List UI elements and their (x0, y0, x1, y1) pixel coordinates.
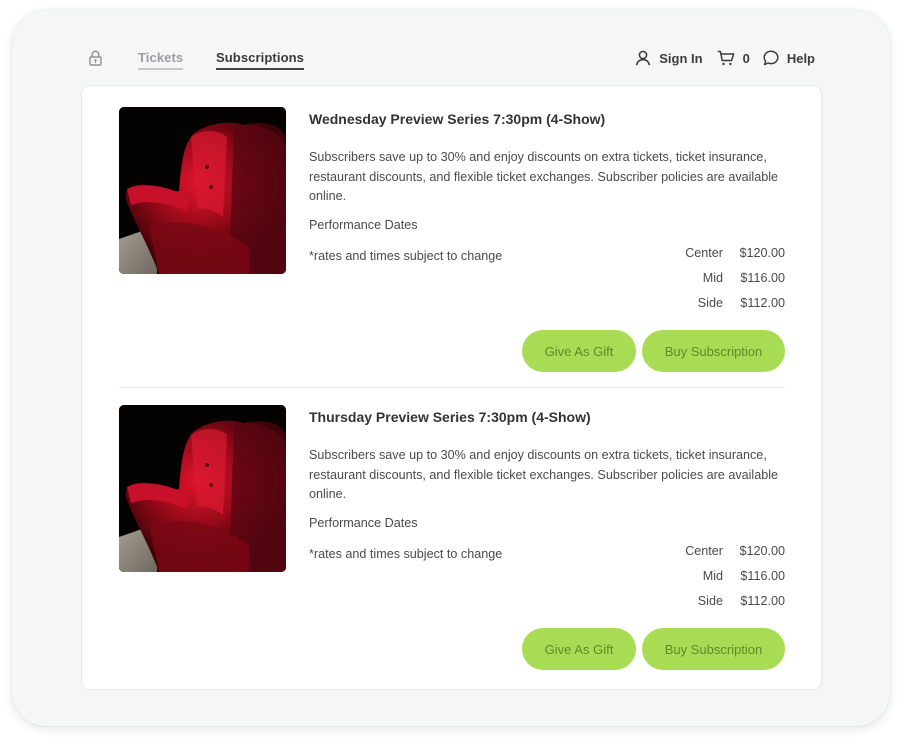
performance-dates-link[interactable]: Performance Dates (309, 218, 418, 232)
price-row: Side $112.00 (685, 594, 785, 619)
cart-icon (717, 50, 743, 66)
price-row: Mid $116.00 (685, 271, 785, 296)
price-section: Center (685, 246, 723, 260)
user-icon (635, 50, 659, 66)
price-row: Mid $116.00 (685, 569, 785, 594)
chat-bubble-icon (763, 50, 787, 66)
price-amount: $116.00 (740, 569, 785, 583)
price-amount: $120.00 (739, 246, 785, 260)
price-section: Mid (702, 569, 723, 583)
give-as-gift-button[interactable]: Give As Gift (522, 628, 636, 670)
price-section: Side (697, 296, 723, 310)
cart-count: 0 (742, 50, 750, 66)
price-amount: $116.00 (740, 271, 785, 285)
give-as-gift-button[interactable]: Give As Gift (522, 330, 636, 372)
subscription-title: Thursday Preview Series 7:30pm (4-Show) (309, 409, 591, 425)
price-amount: $112.00 (740, 296, 785, 310)
price-section: Mid (702, 271, 723, 285)
buy-subscription-button[interactable]: Buy Subscription (642, 330, 785, 372)
subscription-title: Wednesday Preview Series 7:30pm (4-Show) (309, 111, 606, 127)
tab-subscriptions[interactable]: Subscriptions (216, 50, 304, 70)
help-link[interactable]: Help (763, 50, 815, 66)
top-nav: Tickets Subscriptions Sign In 0 Help (0, 0, 902, 84)
theater-seat-image (119, 107, 286, 274)
tab-tickets[interactable]: Tickets (138, 50, 184, 70)
price-row: Side $112.00 (685, 296, 785, 321)
subscription-actions: Give As Gift Buy Subscription (522, 330, 785, 372)
price-list: Center $120.00 Mid $116.00 Side $112.00 (685, 544, 785, 619)
item-divider (119, 387, 785, 388)
price-section: Side (697, 594, 723, 608)
rates-note: *rates and times subject to change (309, 547, 503, 561)
rates-note: *rates and times subject to change (309, 249, 503, 263)
theater-seat-image (119, 405, 286, 572)
subscription-actions: Give As Gift Buy Subscription (522, 628, 785, 670)
help-label: Help (786, 50, 815, 66)
price-section: Center (685, 544, 723, 558)
price-amount: $112.00 (740, 594, 785, 608)
sign-in-label: Sign In (659, 50, 703, 66)
subscription-description: Subscribers save up to 30% and enjoy dis… (309, 150, 779, 203)
price-amount: $120.00 (739, 544, 785, 558)
account-nav: Sign In 0 Help (635, 48, 815, 68)
performance-dates-link[interactable]: Performance Dates (309, 516, 418, 530)
buy-subscription-button[interactable]: Buy Subscription (642, 628, 785, 670)
lock-icon (88, 50, 103, 66)
subscription-description: Subscribers save up to 30% and enjoy dis… (309, 448, 779, 501)
subscriptions-card: Wednesday Preview Series 7:30pm (4-Show)… (81, 85, 822, 690)
sign-in-link[interactable]: Sign In (635, 50, 703, 66)
price-list: Center $120.00 Mid $116.00 Side $112.00 (685, 246, 785, 321)
cart-link[interactable]: 0 (717, 50, 750, 66)
price-row: Center $120.00 (685, 544, 785, 569)
price-row: Center $120.00 (685, 246, 785, 271)
